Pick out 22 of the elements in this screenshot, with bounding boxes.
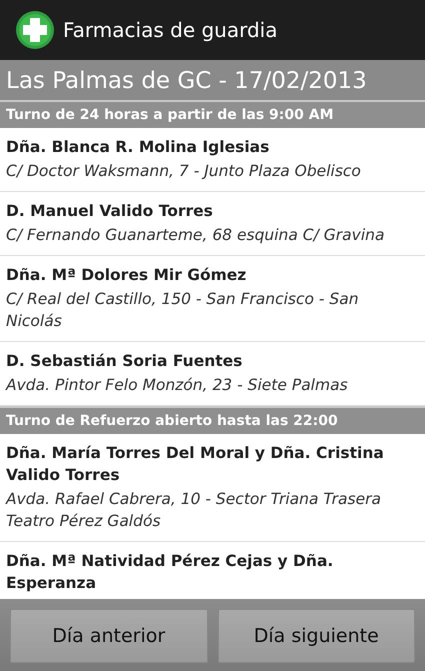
- pharmacy-name: Dña. Blanca R. Molina Iglesias: [6, 137, 270, 158]
- app-title: Farmacias de guardia: [63, 18, 278, 42]
- pharmacy-address: Avda. Rafael Cabrera, 10 - Sector Triana Trasera Teatro Pérez Galdós: [6, 489, 382, 532]
- pharmacy-name: Dña. Mª Dolores Mir Gómez: [6, 265, 248, 286]
- day-button[interactable]: Día anterior: [10, 609, 208, 663]
- location-header: Las Palmas de GC - 17/02/2013: [0, 60, 425, 100]
- pharmacy-item[interactable]: Dña. Mª Dolores Mir Gómez C/ Real del Castillo, 150 - San Francisco - San Nicolás: [0, 256, 425, 342]
- pharmacy-address: C/ Doctor Waksmann, 7 - Junto Plaza Obelisco: [6, 161, 362, 182]
- section-header: Turno de 24 horas a partir de las 9:00 AM: [0, 100, 425, 128]
- pharmacy-name: D. Manuel Valido Torres: [6, 201, 214, 222]
- pharmacy-item[interactable]: D. Manuel Valido Torres C/ Fernando Guanarteme, 68 esquina C/ Gravina: [0, 192, 425, 256]
- pharmacy-address: C/ Real del Castillo, 150 - San Francisco - San Nicolás: [6, 289, 360, 332]
- pharmacy-item[interactable]: Dña. María Torres Del Moral y Dña. Cristina Valido Torres Avda. Rafael Cabrera, 10 - Sector Triana Trasera Teatro Pérez Galdós: [0, 434, 425, 542]
- pharmacy-address: C/ Fernando Guanarteme, 68 esquina C/ Gravina: [6, 225, 386, 246]
- pharmacy-address: Avda. Pintor Felo Monzón, 23 - Siete Palmas: [6, 375, 349, 396]
- pharmacy-name: D. Sebastián Soria Fuentes: [6, 351, 244, 372]
- pharmacy-name: Dña. Mª Natividad Pérez Cejas y Dña. Esperanza: [6, 551, 334, 594]
- pharmacy-cross-icon: [15, 10, 55, 50]
- pharmacy-item[interactable]: Dña. Blanca R. Molina Iglesias C/ Doctor Waksmann, 7 - Junto Plaza Obelisco: [0, 128, 425, 192]
- day-button[interactable]: Día siguiente: [218, 609, 415, 663]
- pharmacy-name: Dña. María Torres Del Moral y Dña. Cristina Valido Torres: [6, 443, 385, 486]
- section-header: Turno de Refuerzo abierto hasta las 22:00: [0, 406, 425, 434]
